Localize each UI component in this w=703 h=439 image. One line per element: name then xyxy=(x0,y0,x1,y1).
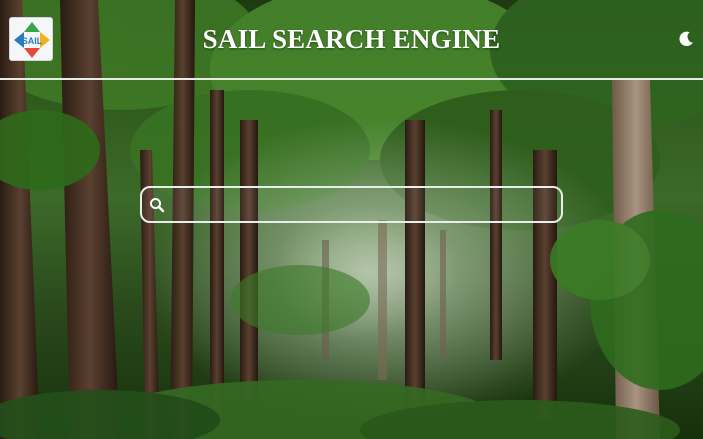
search-input[interactable] xyxy=(172,192,556,219)
search-bar[interactable] xyxy=(140,186,563,223)
search-icon[interactable] xyxy=(149,197,165,213)
page-title: SAIL SEARCH ENGINE xyxy=(202,24,501,54)
moon-icon[interactable] xyxy=(677,30,695,48)
header-divider xyxy=(0,78,703,80)
